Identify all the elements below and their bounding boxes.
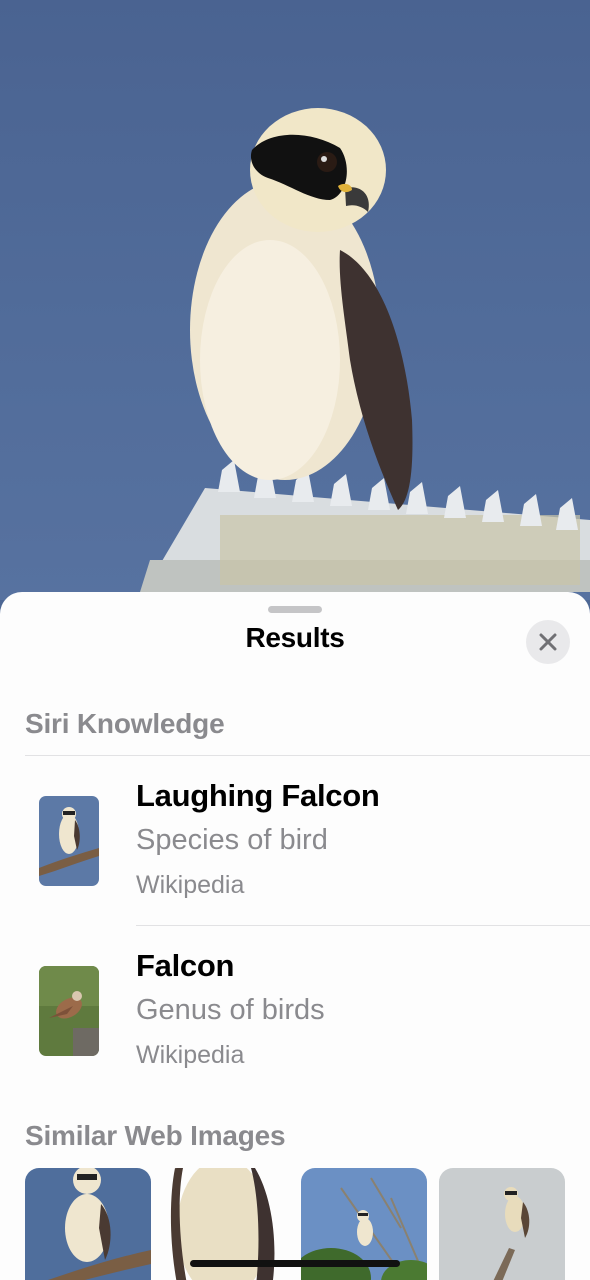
result-description: Genus of birds: [136, 994, 325, 1026]
result-description: Species of bird: [136, 824, 328, 856]
sheet-grabber[interactable]: [268, 606, 322, 613]
result-source: Wikipedia: [136, 1041, 245, 1069]
sheet-title: Results: [245, 622, 345, 653]
close-button[interactable]: [526, 620, 570, 664]
siri-knowledge-header: Siri Knowledge: [25, 708, 225, 739]
identified-photo: [0, 0, 590, 600]
web-image[interactable]: [25, 1168, 151, 1280]
result-source: Wikipedia: [136, 871, 245, 899]
result-name: Laughing Falcon: [136, 778, 380, 813]
close-icon: [539, 633, 557, 651]
laughing-falcon-thumbnail: [39, 796, 99, 886]
falcon-thumbnail: [39, 966, 99, 1056]
result-falcon[interactable]: Falcon Genus of birds Wikipedia: [0, 926, 590, 1096]
result-laughing-falcon[interactable]: Laughing Falcon Species of bird Wikipedi…: [0, 756, 590, 926]
results-sheet: Results Siri Knowledge Laughing Falcon S…: [0, 592, 590, 1280]
web-image[interactable]: [439, 1168, 565, 1280]
result-name: Falcon: [136, 948, 235, 983]
home-indicator[interactable]: [190, 1260, 400, 1267]
similar-web-images-header: Similar Web Images: [25, 1120, 286, 1151]
